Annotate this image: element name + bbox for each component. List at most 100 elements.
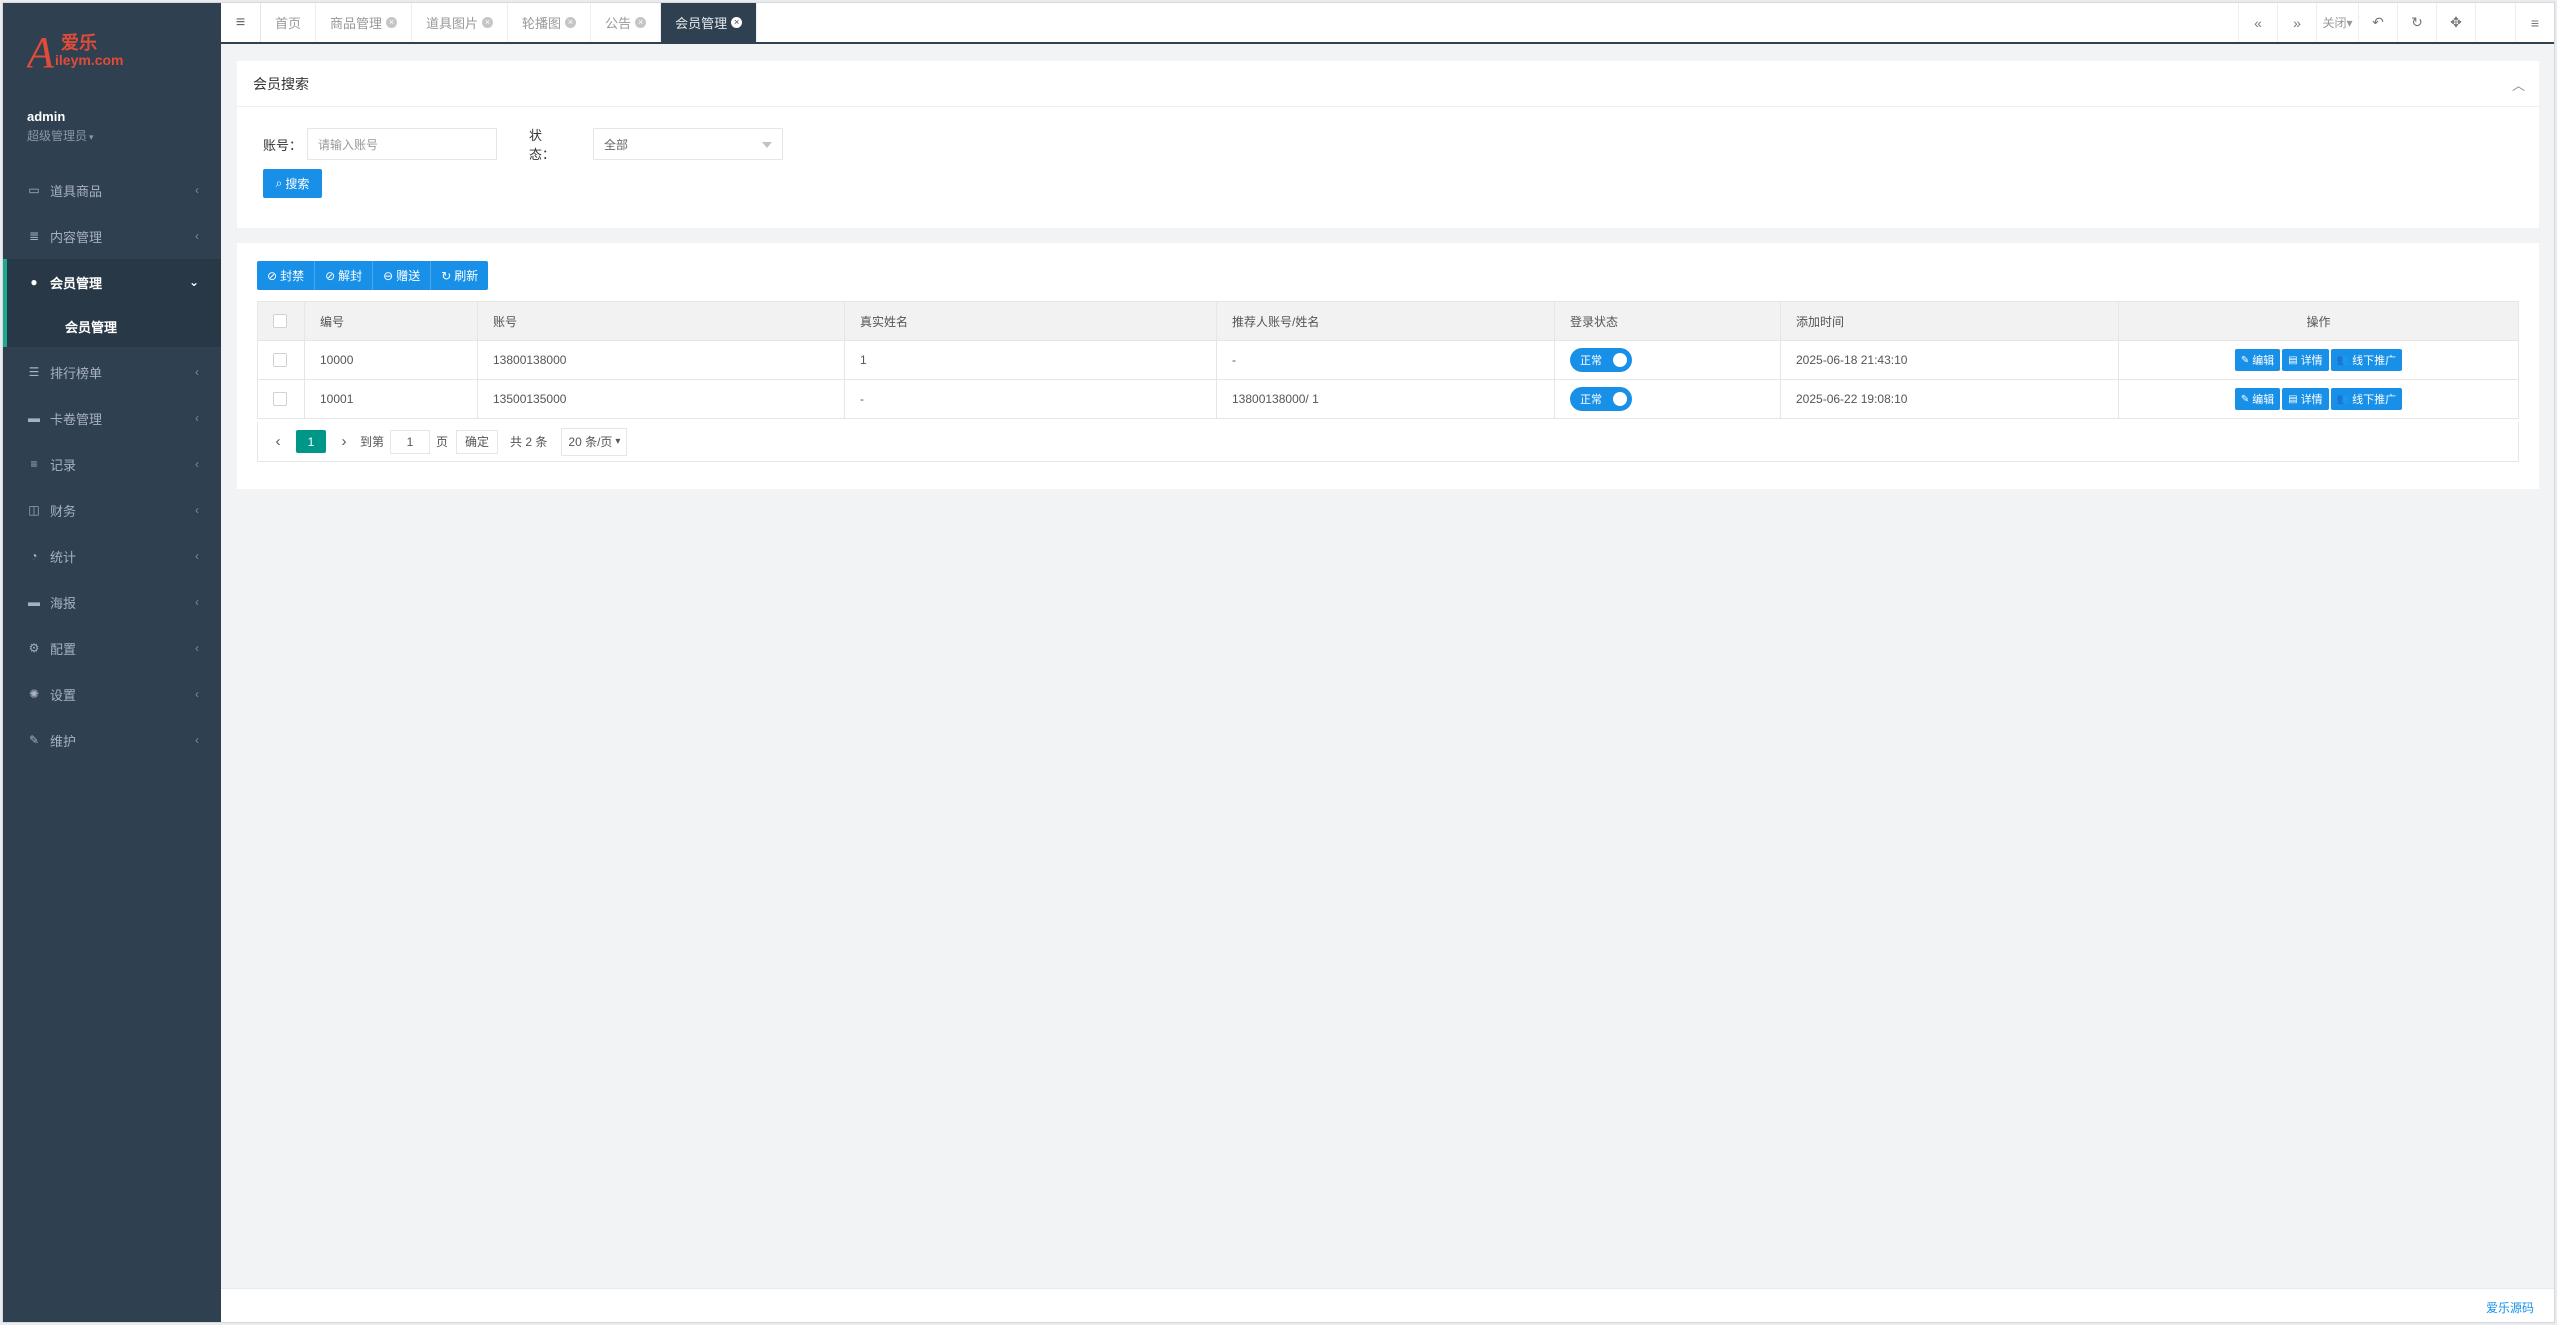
cell-created: 2025-06-18 21:43:10 xyxy=(1780,340,2119,380)
sidebar-item-config[interactable]: ⚙ 配置 ‹ xyxy=(3,625,221,671)
unban-button[interactable]: ⊘ 解封 xyxy=(315,261,374,290)
tab-home[interactable]: 首页 xyxy=(261,3,317,42)
ban-button[interactable]: ⊘ 封禁 xyxy=(257,261,316,290)
confirm-page-button[interactable]: 确定 xyxy=(456,429,499,454)
col-login-status[interactable]: 登录状态 xyxy=(1554,301,1781,341)
member-table-panel: ⊘ 封禁 ⊘ 解封 ⊖ 赠送 ↻ 刷新 编号 账号 真实姓名 推荐人账号/姓名 登录状态… xyxy=(237,243,2539,489)
sidebar-item-cards[interactable]: ▬ 卡卷管理 ‹ xyxy=(3,395,221,441)
select-all-checkbox-cell[interactable] xyxy=(257,301,305,341)
row-checkbox[interactable] xyxy=(273,392,287,407)
goto-label: 到第 xyxy=(360,435,385,449)
prev-page-button[interactable]: ‹ xyxy=(268,433,288,450)
sidebar-item-records[interactable]: ≡ 记录 ‹ xyxy=(3,441,221,487)
search-panel-title: 会员搜索 xyxy=(237,61,2539,107)
status-label: 状 态： xyxy=(529,128,569,162)
cell-id: 10001 xyxy=(304,379,478,419)
caret-down-icon: ▾ xyxy=(89,132,94,142)
chevron-left-icon: ‹ xyxy=(195,687,199,701)
chevron-left-icon: ‹ xyxy=(195,365,199,379)
status-toggle[interactable]: 正常 xyxy=(1570,387,1632,411)
next-page-button[interactable]: › xyxy=(334,433,354,450)
sidebar-item-maintenance[interactable]: ✎ 维护 ‹ xyxy=(3,717,221,763)
current-page[interactable]: 1 xyxy=(296,430,326,453)
back-button[interactable]: ↶ xyxy=(2358,3,2397,42)
offline-promo-button[interactable]: 👥 线下推广 xyxy=(2330,349,2403,371)
col-real-name[interactable]: 真实姓名 xyxy=(844,301,1217,341)
sidebar-item-members[interactable]: ● 会员管理 ⌄ xyxy=(3,259,221,305)
status-toggle[interactable]: 正常 xyxy=(1570,348,1632,372)
right-menu-button[interactable]: ≡ xyxy=(2515,3,2554,42)
search-form: 账号： 请输入账号 状 态： 全部 xyxy=(263,125,783,163)
sidebar-item-poster[interactable]: ▬ 海报 ‹ xyxy=(3,579,221,625)
member-table: 编号 账号 真实姓名 推荐人账号/姓名 登录状态 添加时间 操作 10000 1… xyxy=(257,301,2519,419)
wrench-icon: ✎ xyxy=(28,733,40,747)
close-icon[interactable]: × xyxy=(565,17,577,28)
close-tabs-dropdown[interactable]: 关闭 ▾ xyxy=(2316,3,2358,42)
close-icon[interactable]: × xyxy=(731,17,743,28)
table-row: 10001 13500135000 - 13800138000/ 1 正常 20… xyxy=(257,379,2519,419)
tab-carousel[interactable]: 轮播图 × xyxy=(508,3,592,42)
cell-created: 2025-06-22 19:08:10 xyxy=(1780,379,2119,419)
menu-toggle-button[interactable]: ≡ xyxy=(221,3,261,42)
gift-icon: ⊖ xyxy=(383,268,394,283)
sidebar-item-props[interactable]: ▭ 道具商品 ‹ xyxy=(3,167,221,213)
sidebar-item-settings[interactable]: ✺ 设置 ‹ xyxy=(3,671,221,717)
user-role[interactable]: 超级管理员 ▾ xyxy=(27,127,94,144)
tab-notice[interactable]: 公告 × xyxy=(591,3,662,42)
offline-promo-button[interactable]: 👥 线下推广 xyxy=(2330,388,2403,410)
fullscreen-button[interactable]: ✥ xyxy=(2436,3,2475,42)
close-icon[interactable]: × xyxy=(635,17,647,28)
sidebar-item-finance[interactable]: ◫ 财务 ‹ xyxy=(3,487,221,533)
user-block[interactable]: admin 超级管理员 ▾ xyxy=(27,109,94,144)
tab-members[interactable]: 会员管理 × xyxy=(661,3,758,42)
select-all-checkbox[interactable] xyxy=(273,314,287,329)
edit-button[interactable]: ✎ 编辑 xyxy=(2234,349,2281,371)
chevron-left-icon: ‹ xyxy=(195,229,199,243)
page-input[interactable]: 1 xyxy=(390,429,431,454)
cell-referrer: - xyxy=(1216,340,1555,380)
cell-account: 13800138000 xyxy=(477,340,845,380)
tab-products[interactable]: 商品管理 × xyxy=(316,3,413,42)
close-icon[interactable]: × xyxy=(482,17,494,28)
page-size-select[interactable]: 20 条/页 ▾ xyxy=(561,427,628,456)
refresh-table-button[interactable]: ↻ 刷新 xyxy=(431,261,489,290)
detail-button[interactable]: ▤ 详情 xyxy=(2282,349,2329,371)
scroll-right-button[interactable]: » xyxy=(2277,3,2316,42)
sidebar: A 爱乐 ileym.com admin 超级管理员 ▾ ▭ 道具商品 ‹ ≣ 内容管理… xyxy=(3,3,221,1322)
col-created[interactable]: 添加时间 xyxy=(1780,301,2119,341)
col-id[interactable]: 编号 xyxy=(304,301,478,341)
sidebar-item-stats[interactable]: ◔ 统计 ‹ xyxy=(3,533,221,579)
sidebar-item-content[interactable]: ≣ 内容管理 ‹ xyxy=(3,213,221,259)
refresh-button[interactable]: ↻ xyxy=(2397,3,2436,42)
col-referrer[interactable]: 推荐人账号/姓名 xyxy=(1216,301,1555,341)
sidebar-nav: ▭ 道具商品 ‹ ≣ 内容管理 ‹ ● 会员管理 ⌄ 会员管理 ☰ 排行榜单 ‹ ▬ 卡卷管理 ‹ … xyxy=(3,167,221,763)
chevron-left-icon: ‹ xyxy=(195,733,199,747)
account-input[interactable]: 请输入账号 xyxy=(307,128,497,160)
col-account[interactable]: 账号 xyxy=(477,301,845,341)
status-select[interactable]: 全部 xyxy=(593,128,783,160)
chevron-up-icon[interactable]: ︿ xyxy=(2512,75,2525,94)
cell-id: 10000 xyxy=(304,340,478,380)
logo[interactable]: A 爱乐 ileym.com xyxy=(27,27,137,77)
scroll-left-button[interactable]: « xyxy=(2238,3,2277,42)
caret-down-icon xyxy=(762,142,772,148)
gift-button[interactable]: ⊖ 赠送 xyxy=(373,261,432,290)
table-header-row: 编号 账号 真实姓名 推荐人账号/姓名 登录状态 添加时间 操作 xyxy=(257,301,2519,341)
footer-link[interactable]: 爱乐源码 xyxy=(2486,1299,2534,1316)
sidebar-item-ranking[interactable]: ☰ 排行榜单 ‹ xyxy=(3,349,221,395)
row-checkbox[interactable] xyxy=(273,353,287,368)
tab-prop-images[interactable]: 道具图片 × xyxy=(412,3,509,42)
caret-down-icon: ▾ xyxy=(2346,15,2353,30)
cell-referrer: 13800138000/ 1 xyxy=(1216,379,1555,419)
tab-bar-controls: « » 关闭 ▾ ↶ ↻ ✥ ≡ xyxy=(2238,3,2554,42)
detail-button[interactable]: ▤ 详情 xyxy=(2282,388,2329,410)
edit-button[interactable]: ✎ 编辑 xyxy=(2234,388,2281,410)
chevron-left-icon: ‹ xyxy=(195,595,199,609)
users-icon: 👥 xyxy=(2336,393,2350,405)
cell-actions: ✎ 编辑 ▤ 详情 👥 线下推广 xyxy=(2118,379,2519,419)
cell-real-name: 1 xyxy=(844,340,1217,380)
cell-real-name: - xyxy=(844,379,1217,419)
sidebar-subitem-members[interactable]: 会员管理 xyxy=(7,305,221,347)
close-icon[interactable]: × xyxy=(386,17,398,28)
search-button[interactable]: ⌕ 搜索 xyxy=(263,169,322,198)
